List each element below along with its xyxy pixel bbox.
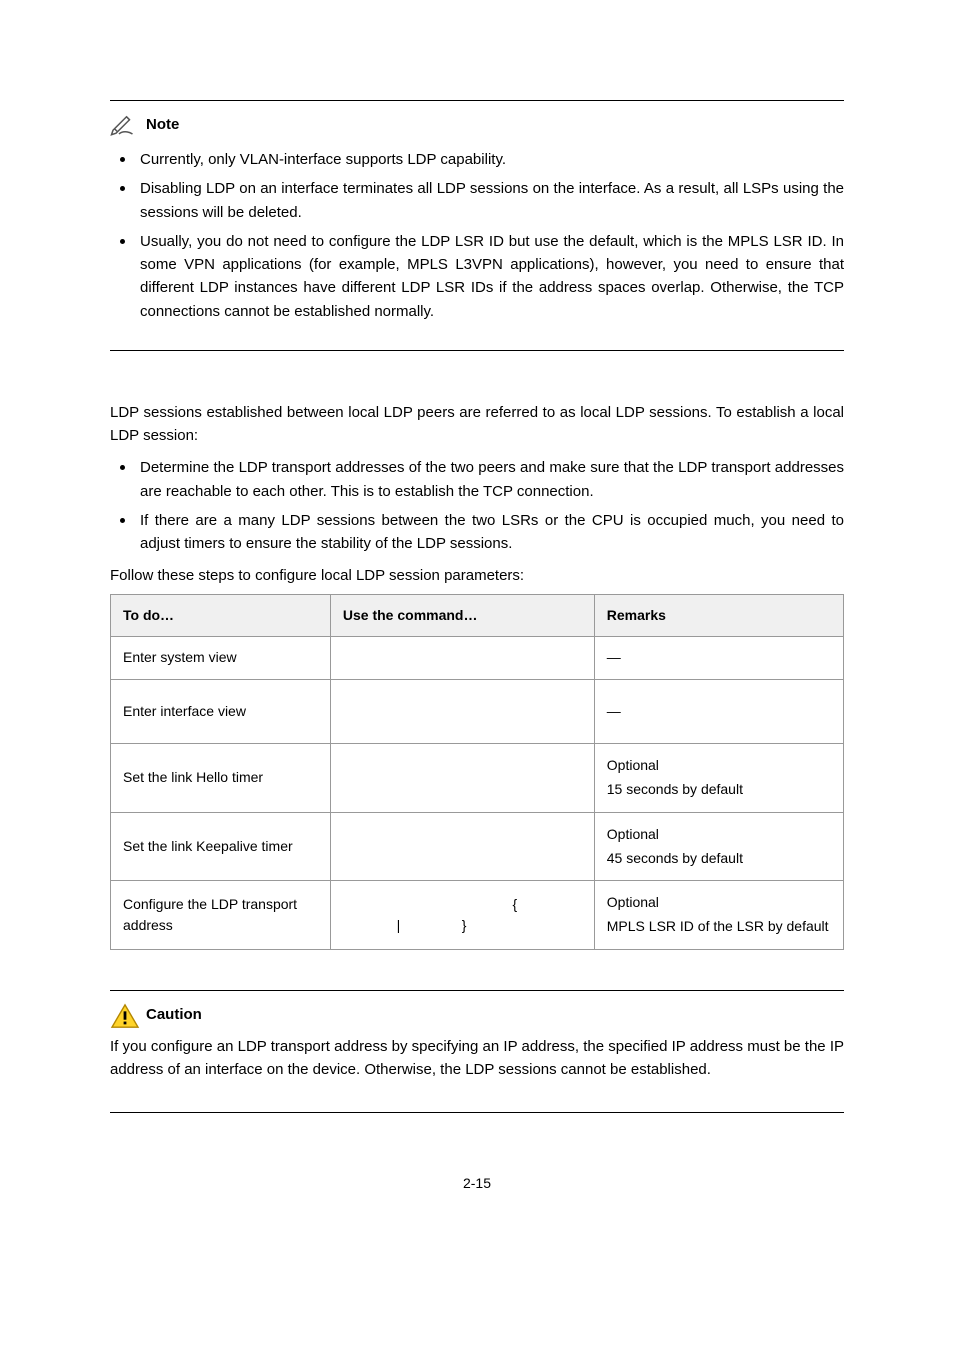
note-item: Disabling LDP on an interface terminates… [110,174,844,227]
caution-icon [110,1003,140,1027]
table-row: Set the link Hello timer mpls ldp timer … [111,744,844,813]
section-bullet-item: If there are a many LDP sessions between… [110,506,844,559]
note-label: Note [146,113,179,136]
table-cell-cmd: interface interface-type interface-numbe… [330,679,594,743]
table-header-cell: Remarks [594,594,843,637]
note-item: Currently, only VLAN-interface supports … [110,145,844,174]
table-row: Set the link Keepalive timer mpls ldp ti… [111,812,844,881]
section-bullet-item: Determine the LDP transport addresses of… [110,453,844,506]
table-cell-remarks: Optional MPLS LSR ID of the LSR by defau… [594,881,843,950]
table-cell-cmd: mpls ldp transport-address { ip-address … [330,881,594,950]
note-icon [110,113,140,137]
table-cell-remarks: — [594,637,843,680]
caution-block: Caution If you configure an LDP transpor… [110,990,844,1113]
remarks-line: Optional [607,754,831,778]
table-cell-remarks: — [594,679,843,743]
remarks-line: 15 seconds by default [607,778,831,802]
section-paragraph: LDP sessions established between local L… [110,401,844,448]
table-cell-todo: Set the link Hello timer [111,744,331,813]
table-cell-todo: Enter system view [111,637,331,680]
remarks-line: 45 seconds by default [607,847,831,871]
table-cell-todo: Configure the LDP transport address [111,881,331,950]
table-row: Enter interface view interface interface… [111,679,844,743]
table-cell-remarks: Optional 45 seconds by default [594,812,843,881]
page-number: 2-15 [110,1173,844,1195]
caution-text: If you configure an LDP transport addres… [110,1035,844,1082]
section-paragraph: Follow these steps to configure local LD… [110,564,844,587]
table-row: Enter system view system-view — [111,637,844,680]
note-item: Usually, you do not need to configure th… [110,227,844,326]
note-list: Currently, only VLAN-interface supports … [110,145,844,326]
steps-table: To do… Use the command… Remarks Enter sy… [110,594,844,951]
table-row: Configure the LDP transport address mpls… [111,881,844,950]
table-cell-todo: Set the link Keepalive timer [111,812,331,881]
remarks-line: MPLS LSR ID of the LSR by default [607,915,831,939]
section-bullets: Determine the LDP transport addresses of… [110,453,844,558]
table-header-cell: Use the command… [330,594,594,637]
table-cell-cmd: mpls ldp timer keepalive-hold value [330,812,594,881]
table-cell-cmd: system-view [330,637,594,680]
table-cell-cmd: mpls ldp timer hello-hold value [330,744,594,813]
remarks-line: Optional [607,891,831,915]
table-cell-remarks: Optional 15 seconds by default [594,744,843,813]
caution-label: Caution [146,1003,202,1026]
caution-header: Caution [110,1003,844,1027]
table-cell-todo: Enter interface view [111,679,331,743]
table-header-cell: To do… [111,594,331,637]
note-block: Note Currently, only VLAN-interface supp… [110,100,844,351]
table-header-row: To do… Use the command… Remarks [111,594,844,637]
remarks-line: Optional [607,823,831,847]
note-header: Note [110,113,844,137]
